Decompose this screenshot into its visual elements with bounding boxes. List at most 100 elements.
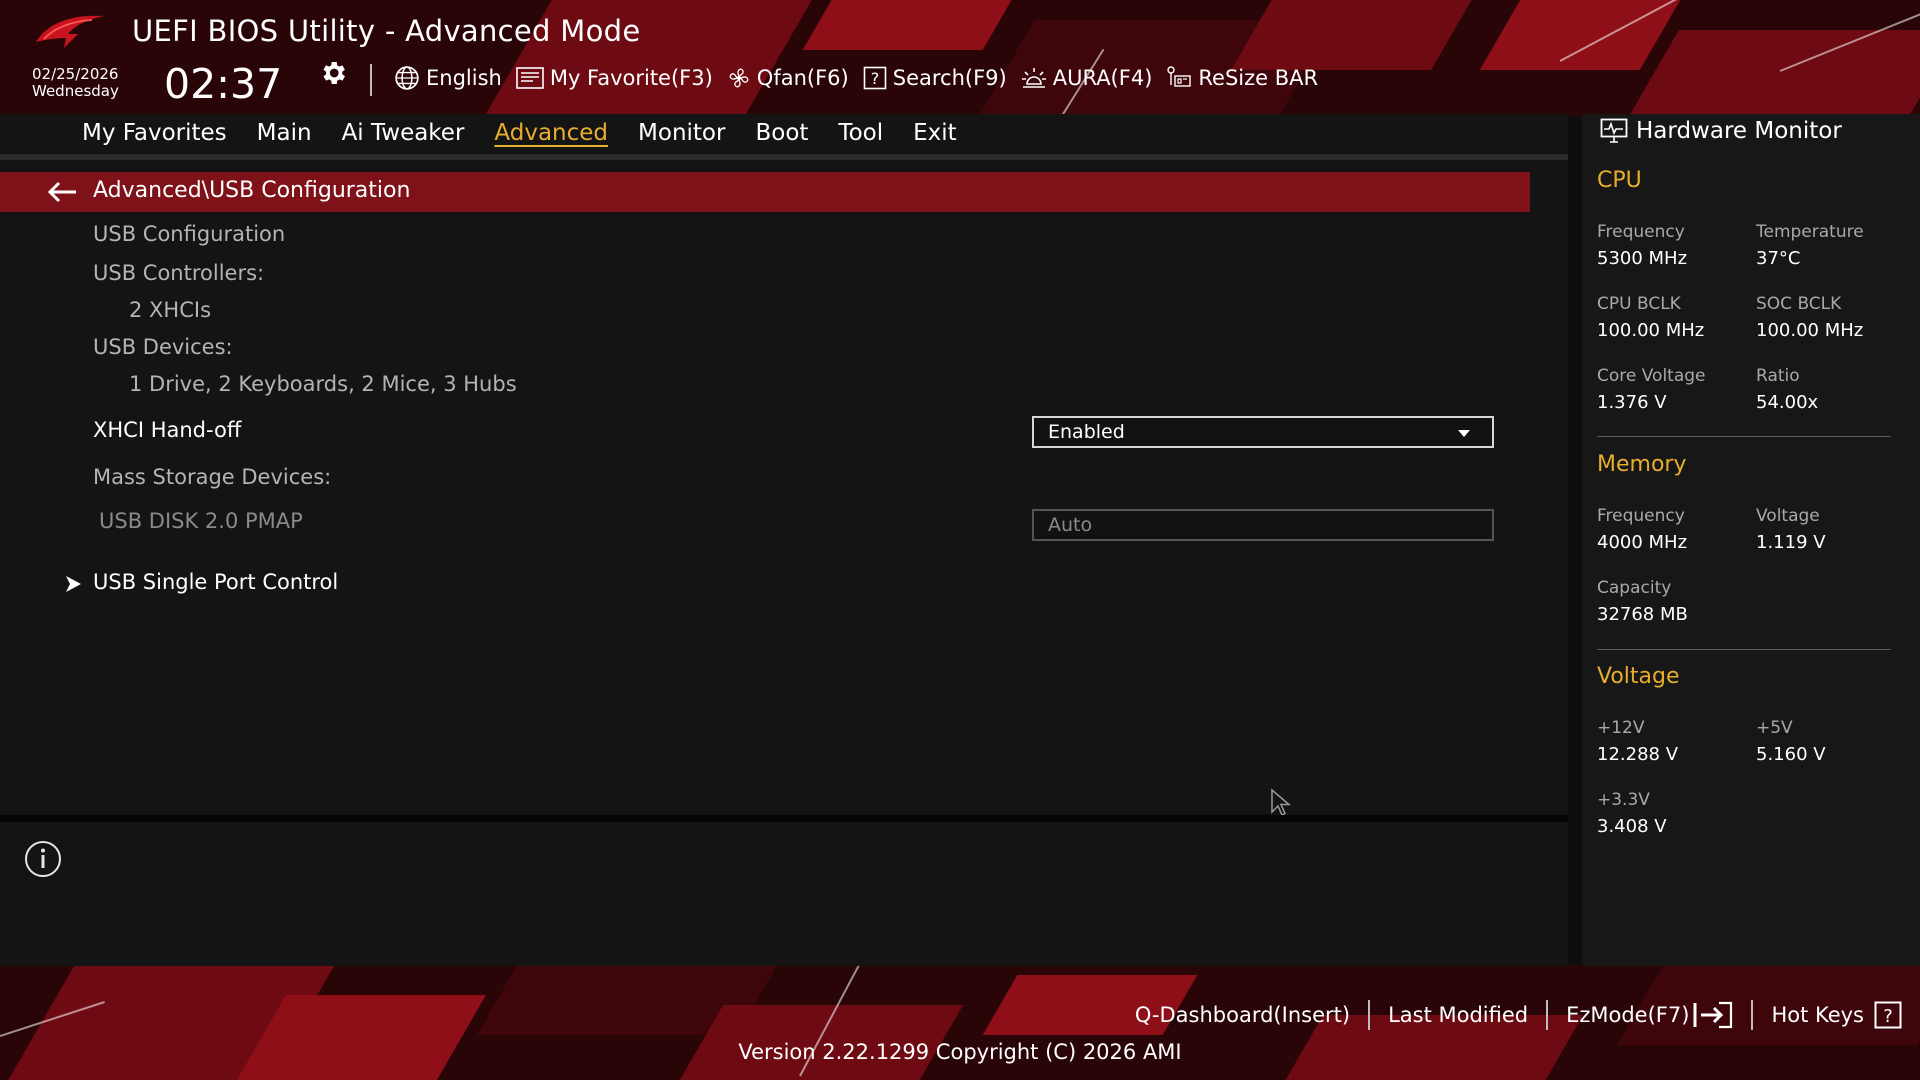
usb-single-port-control-link[interactable]: USB Single Port Control — [93, 570, 338, 594]
globe-icon — [395, 66, 419, 90]
footer-separator — [1368, 1000, 1371, 1030]
memory-voltage-value: 1.119 V — [1756, 532, 1826, 553]
panel-divider — [0, 815, 1568, 822]
aura-button[interactable]: AURA(F4) — [1021, 66, 1153, 90]
svg-text:?: ? — [870, 69, 879, 88]
ezmode-button[interactable]: EzMode(F7) — [1566, 1001, 1733, 1029]
breadcrumb: Advanced\USB Configuration — [0, 172, 1530, 212]
gear-icon[interactable] — [318, 58, 348, 88]
q-dashboard-label: Q-Dashboard(Insert) — [1134, 1003, 1351, 1027]
mouse-cursor-icon — [1271, 788, 1292, 817]
date-display: 02/25/2026 Wednesday — [32, 66, 119, 100]
submenu-arrow-icon — [66, 576, 81, 592]
breadcrumb-path: Advanced\USB Configuration — [93, 178, 411, 203]
v5-label: +5V — [1756, 718, 1793, 738]
cpu-heading: CPU — [1597, 168, 1642, 193]
footer-separator — [1546, 1000, 1549, 1030]
cpu-frequency-value: 5300 MHz — [1597, 248, 1688, 269]
menu-bar: My Favorites Main Ai Tweaker Advanced Mo… — [0, 114, 1568, 160]
usb-controllers-value: 2 XHCIs — [129, 298, 212, 322]
fan-icon — [729, 68, 749, 88]
soc-bclk-value: 100.00 MHz — [1756, 320, 1864, 341]
my-favorite-label: My Favorite(F3) — [549, 66, 713, 90]
toolbar: English My Favorite(F3) Qfan(F6) ? Searc… — [394, 62, 1332, 94]
xhci-handoff-value: Enabled — [1048, 421, 1125, 443]
usb-config-heading: USB Configuration — [93, 222, 286, 246]
cpu-bclk-value: 100.00 MHz — [1597, 320, 1705, 341]
my-favorite-button[interactable]: My Favorite(F3) — [516, 66, 713, 90]
last-modified-label: Last Modified — [1388, 1003, 1529, 1027]
xhci-handoff-select[interactable]: Enabled — [1032, 416, 1494, 448]
tab-exit[interactable]: Exit — [913, 118, 957, 148]
tab-advanced[interactable]: Advanced — [494, 118, 608, 148]
hot-keys-button[interactable]: Hot Keys ? — [1771, 1001, 1902, 1029]
tab-main[interactable]: Main — [257, 118, 312, 148]
search-label: Search(F9) — [892, 66, 1007, 90]
tab-my-favorites[interactable]: My Favorites — [82, 118, 227, 148]
usb-controllers-label: USB Controllers: — [93, 261, 265, 285]
aura-light-icon — [1021, 68, 1046, 88]
memory-frequency-value: 4000 MHz — [1597, 532, 1688, 553]
hot-keys-label: Hot Keys — [1771, 1003, 1864, 1027]
chevron-down-icon — [1458, 430, 1470, 437]
search-button[interactable]: ? Search(F9) — [863, 66, 1007, 90]
memory-capacity-value: 32768 MB — [1597, 604, 1688, 625]
language-label: English — [426, 66, 502, 90]
cpu-frequency-label: Frequency — [1597, 222, 1685, 242]
ezmode-label: EzMode(F7) — [1566, 1003, 1690, 1027]
qfan-button[interactable]: Qfan(F6) — [727, 66, 849, 90]
voltage-heading: Voltage — [1597, 664, 1680, 689]
date-value: 02/25/2026 — [32, 65, 119, 83]
usb-disk-label: USB DISK 2.0 PMAP — [99, 509, 303, 533]
usb-devices-value: 1 Drive, 2 Keyboards, 2 Mice, 3 Hubs — [129, 372, 517, 396]
rog-logo-icon — [36, 15, 104, 48]
header-separator — [370, 64, 372, 96]
q-dashboard-button[interactable]: Q-Dashboard(Insert) — [1135, 1003, 1350, 1027]
weekday-value: Wednesday — [32, 82, 119, 100]
clock[interactable]: 02:37 — [164, 60, 282, 108]
info-icon — [25, 841, 61, 877]
tab-boot[interactable]: Boot — [755, 118, 808, 148]
xhci-handoff-label[interactable]: XHCI Hand-off — [93, 418, 241, 442]
core-voltage-value: 1.376 V — [1597, 392, 1667, 413]
footer-separator — [1751, 1000, 1754, 1030]
question-icon: ? — [1874, 1001, 1902, 1029]
help-panel — [0, 822, 1568, 966]
hw-divider — [1597, 436, 1891, 437]
memory-capacity-label: Capacity — [1597, 578, 1672, 598]
tab-tool[interactable]: Tool — [838, 118, 883, 148]
hardware-monitor-panel: Hardware Monitor CPU Frequency 5300 MHz … — [1582, 114, 1920, 966]
ratio-value: 54.00x — [1756, 392, 1819, 413]
language-button[interactable]: English — [394, 65, 502, 91]
usb-disk-select: Auto — [1032, 509, 1494, 541]
v33-label: +3.3V — [1597, 790, 1650, 810]
ratio-label: Ratio — [1756, 366, 1800, 386]
usb-devices-label: USB Devices: — [93, 335, 233, 359]
hardware-monitor-label: Hardware Monitor — [1636, 118, 1842, 144]
v33-value: 3.408 V — [1597, 816, 1667, 837]
back-arrow-icon[interactable] — [46, 180, 78, 204]
menu-tabs: My Favorites Main Ai Tweaker Advanced Mo… — [82, 118, 987, 148]
last-modified-button[interactable]: Last Modified — [1388, 1003, 1528, 1027]
v12-value: 12.288 V — [1597, 744, 1679, 765]
favorite-list-icon — [516, 67, 544, 89]
cpu-temperature-label: Temperature — [1756, 222, 1864, 242]
monitor-icon — [1600, 118, 1628, 143]
qfan-label: Qfan(F6) — [756, 66, 849, 90]
memory-voltage-label: Voltage — [1756, 506, 1820, 526]
tab-ai-tweaker[interactable]: Ai Tweaker — [342, 118, 465, 148]
exit-arrow-icon — [1693, 1001, 1733, 1029]
memory-heading: Memory — [1597, 452, 1687, 477]
footer-links: Q-Dashboard(Insert) Last Modified EzMode… — [1135, 1000, 1902, 1030]
hw-divider — [1597, 649, 1891, 650]
search-help-icon: ? — [863, 66, 887, 90]
soc-bclk-label: SOC BCLK — [1756, 294, 1842, 314]
resize-bar-label: ReSize BAR — [1198, 66, 1319, 90]
svg-text:?: ? — [1883, 1006, 1893, 1027]
resize-bar-button[interactable]: ReSize BAR — [1166, 66, 1318, 90]
aura-label: AURA(F4) — [1052, 66, 1153, 90]
settings-panel: Advanced\USB Configuration USB Configura… — [0, 160, 1568, 815]
app-title: UEFI BIOS Utility - Advanced Mode — [132, 14, 641, 48]
v12-label: +12V — [1597, 718, 1645, 738]
tab-monitor[interactable]: Monitor — [638, 118, 725, 148]
